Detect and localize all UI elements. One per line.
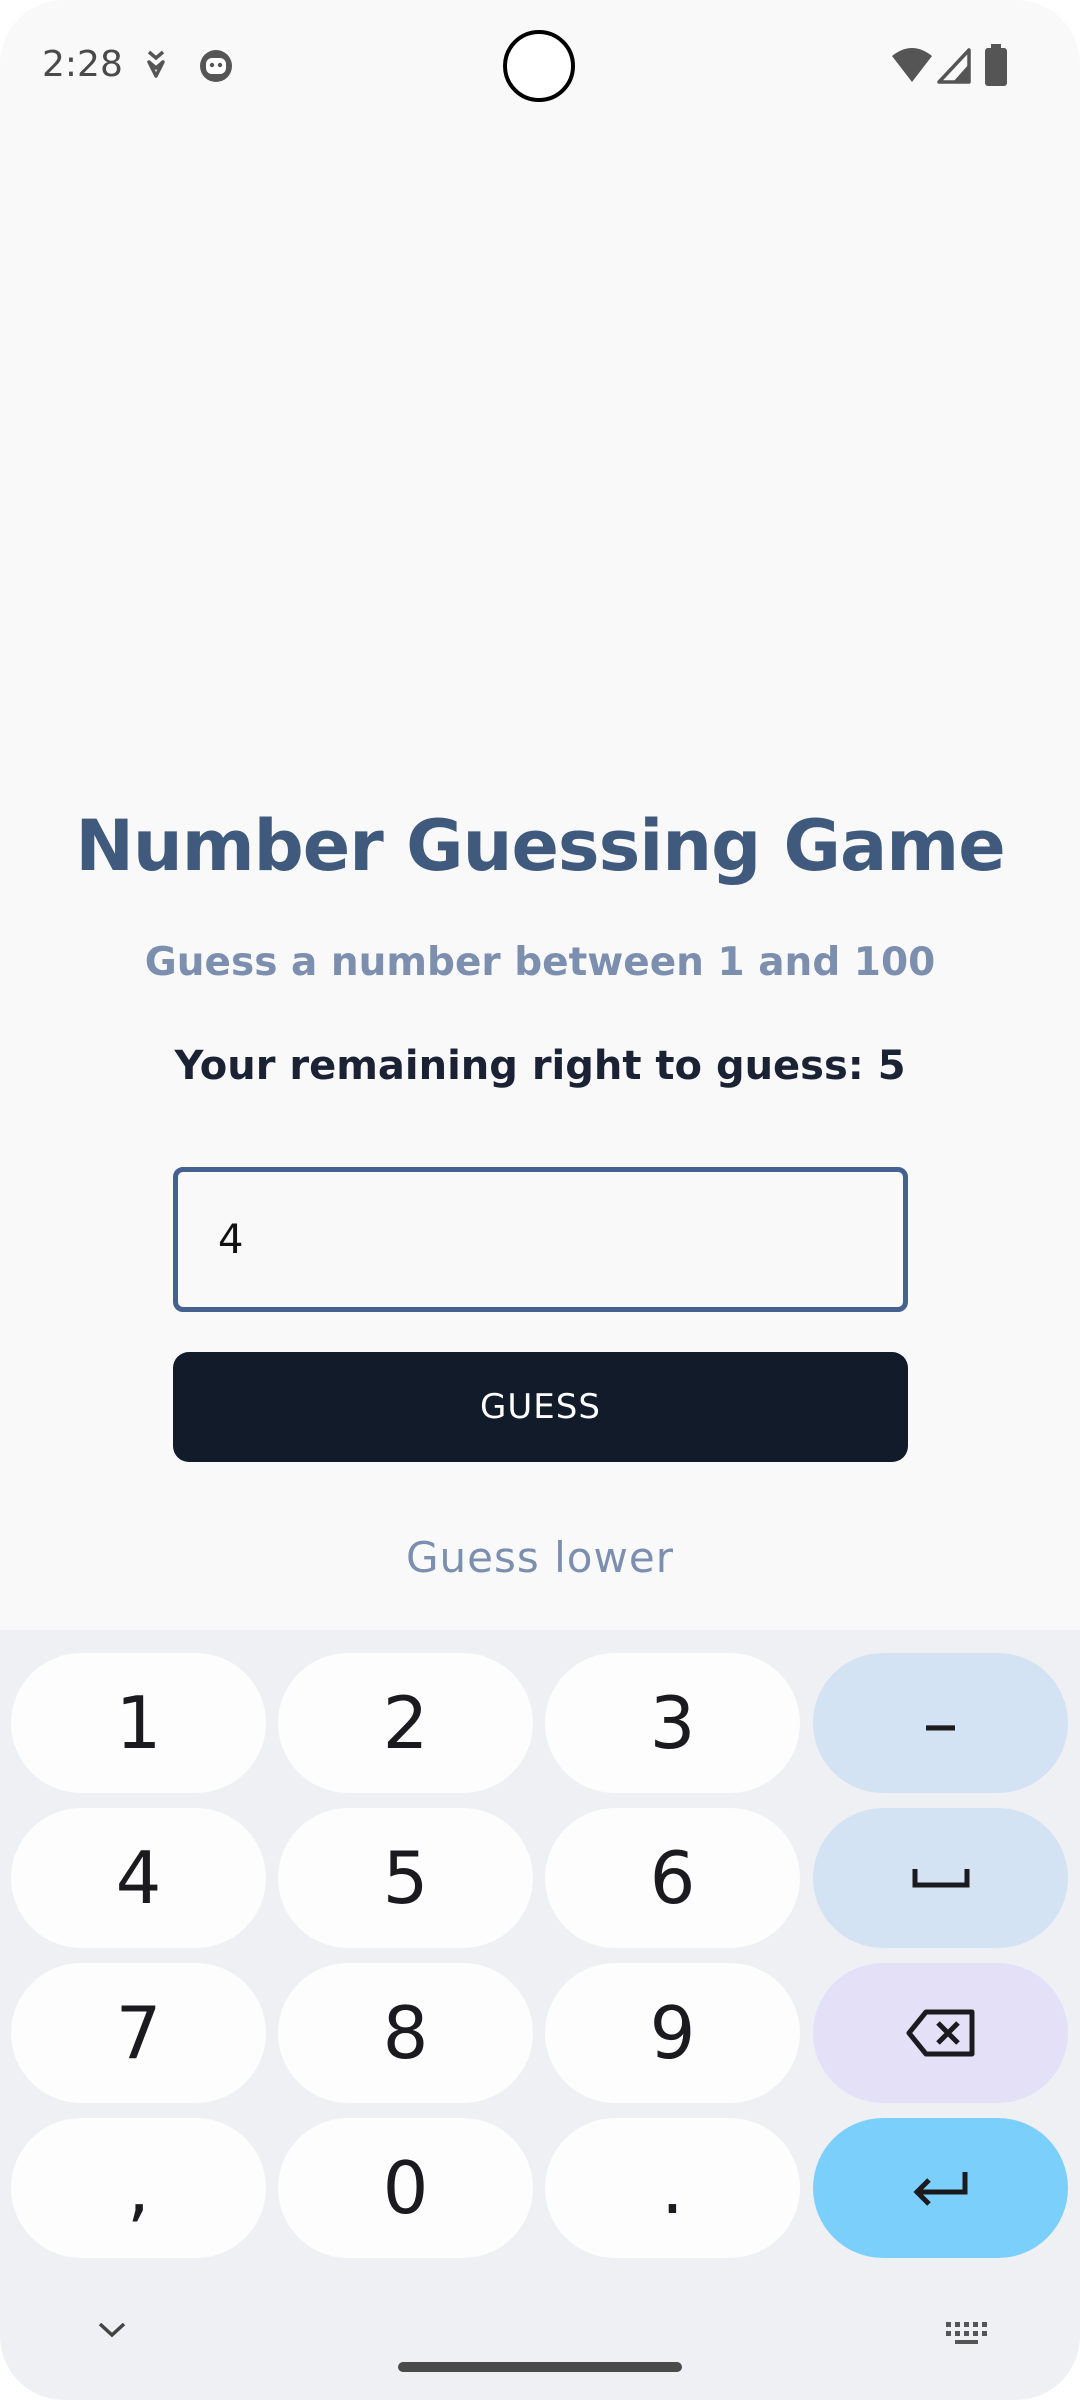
key-enter[interactable] [813,2118,1068,2258]
phone-screen: 2:28 Number Guessing Game Guess a number… [0,0,1080,2400]
key-dash[interactable]: – [813,1653,1068,1793]
guess-button[interactable]: GUESS [173,1352,908,1462]
guess-input[interactable] [173,1167,908,1312]
key-8[interactable]: 8 [278,1963,533,2103]
key-9[interactable]: 9 [545,1963,800,2103]
status-time: 2:28 [42,44,123,85]
home-indicator[interactable] [398,2362,682,2372]
keyboard-icon[interactable] [946,2322,990,2351]
chevron-down-icon[interactable] [96,2320,128,2345]
key-0[interactable]: 0 [278,2118,533,2258]
key-backspace[interactable] [813,1963,1068,2103]
key-comma[interactable]: , [11,2118,266,2258]
key-6[interactable]: 6 [545,1808,800,1948]
wifi-icon [890,46,934,89]
key-1[interactable]: 1 [11,1653,266,1793]
key-period[interactable]: . [545,2118,800,2258]
status-bar: 2:28 [0,0,1080,132]
key-4[interactable]: 4 [11,1808,266,1948]
subtitle: Guess a number between 1 and 100 [144,940,936,985]
page-title: Number Guessing Game [75,805,1005,887]
download-icon [142,46,170,91]
signal-icon [937,48,971,89]
camera-cutout [503,30,575,102]
remaining-guesses-text: Your remaining right to guess: 5 [174,1043,906,1089]
numeric-keyboard: 1 2 3 – 4 5 6 7 8 9 , 0 . [0,1630,1080,2400]
space-icon [912,1869,969,1888]
key-7[interactable]: 7 [11,1963,266,2103]
key-3[interactable]: 3 [545,1653,800,1793]
key-5[interactable]: 5 [278,1808,533,1948]
face-icon [196,46,236,91]
backspace-icon [906,2009,974,2057]
hint-text: Guess lower [406,1533,674,1582]
enter-icon [912,2172,967,2206]
key-space[interactable] [813,1808,1068,1948]
battery-icon [984,44,1008,91]
key-2[interactable]: 2 [278,1653,533,1793]
